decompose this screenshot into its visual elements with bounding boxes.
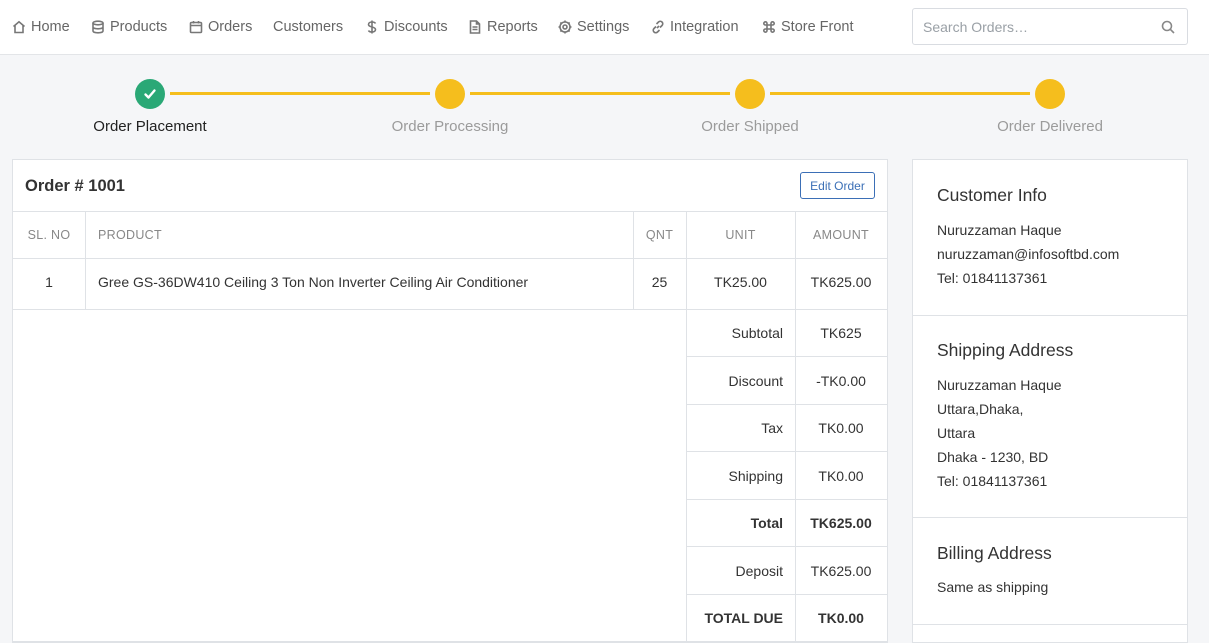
summary-label-shipping: Shipping xyxy=(728,468,784,484)
shipping-address-line: Tel: 01841137361 xyxy=(937,473,1048,489)
nav-discounts-label: Discounts xyxy=(384,19,448,35)
nav-reports-label: Reports xyxy=(487,19,538,35)
progress-connector xyxy=(770,92,1030,95)
shipping-address-line: Dhaka - 1230, BD xyxy=(937,449,1049,465)
progress-connector xyxy=(170,92,430,95)
step-pending-dot xyxy=(435,79,465,109)
row-product: Gree GS-36DW410 Ceiling 3 Ton Non Invert… xyxy=(98,274,529,290)
database-icon xyxy=(92,20,104,34)
divider xyxy=(687,499,887,500)
order-title: Order # 1001 xyxy=(25,177,125,195)
nav-home[interactable]: Home xyxy=(12,18,70,36)
summary-value-subtotal: TK625 xyxy=(820,325,862,341)
calendar-icon xyxy=(189,21,203,34)
shipping-address-title: Shipping Address xyxy=(937,340,1074,360)
nav-discounts[interactable]: Discounts xyxy=(365,18,448,36)
divider xyxy=(13,309,887,310)
step-label-order-shipped: Order Shipped xyxy=(701,118,799,135)
summary-label-total-due: TOTAL DUE xyxy=(704,610,783,626)
divider xyxy=(687,451,887,452)
summary-value-tax: TK0.00 xyxy=(818,420,864,436)
divider xyxy=(913,517,1187,518)
step-label-order-processing: Order Processing xyxy=(391,118,509,135)
divider xyxy=(913,624,1187,625)
shipping-address-line: Uttara xyxy=(937,425,976,441)
divider xyxy=(687,594,887,595)
step-pending-dot xyxy=(735,79,765,109)
divider xyxy=(913,315,1187,316)
nav-integration[interactable]: Integration xyxy=(651,18,739,36)
row-qnt: 25 xyxy=(651,274,668,290)
step-label-order-placement: Order Placement xyxy=(93,118,207,135)
customer-phone: Tel: 01841137361 xyxy=(937,270,1048,286)
step-pending-dot xyxy=(1035,79,1065,109)
search-input[interactable] xyxy=(923,17,1153,37)
customer-side-panel: Customer Info Nuruzzaman Haque nuruzzama… xyxy=(912,159,1188,643)
summary-value-deposit: TK625.00 xyxy=(810,563,872,579)
search-icon[interactable] xyxy=(1161,20,1175,34)
link-icon xyxy=(652,20,664,34)
column-header-product: PRODUCT xyxy=(98,228,162,242)
nav-store-front[interactable]: Store Front xyxy=(762,18,854,36)
nav-integration-label: Integration xyxy=(670,19,739,35)
customer-name: Nuruzzaman Haque xyxy=(937,222,1062,238)
nav-home-label: Home xyxy=(31,19,70,35)
divider xyxy=(687,356,887,357)
divider xyxy=(13,641,887,642)
top-navbar: Home Products Orders Customers Discounts… xyxy=(0,0,1209,55)
summary-label-deposit: Deposit xyxy=(735,563,783,579)
column-header-amount: AMOUNT xyxy=(813,228,869,242)
command-icon xyxy=(762,20,776,34)
shipping-address-line: Nuruzzaman Haque xyxy=(937,377,1062,393)
home-icon xyxy=(12,20,26,34)
divider xyxy=(85,211,86,309)
divider xyxy=(687,404,887,405)
summary-label-discount: Discount xyxy=(728,373,783,389)
nav-customers[interactable]: Customers xyxy=(273,18,343,36)
step-done-dot xyxy=(135,79,165,109)
nav-products-label: Products xyxy=(110,19,168,35)
summary-value-total-due: TK0.00 xyxy=(818,610,864,626)
billing-address-title: Billing Address xyxy=(937,543,1052,563)
divider xyxy=(633,211,634,309)
shipping-address-line: Uttara,Dhaka, xyxy=(937,401,1024,417)
order-panel: Order # 1001 Edit Order SL. NO PRODUCT Q… xyxy=(12,159,888,643)
document-icon xyxy=(469,20,481,34)
row-sl-no: 1 xyxy=(45,274,53,290)
summary-value-discount: -TK0.00 xyxy=(816,373,866,389)
row-unit: TK25.00 xyxy=(714,274,767,290)
summary-value-total: TK625.00 xyxy=(810,515,872,531)
check-icon xyxy=(144,89,156,99)
row-amount: TK625.00 xyxy=(810,274,872,290)
nav-customers-label: Customers xyxy=(273,19,344,35)
nav-orders-label: Orders xyxy=(208,19,253,35)
divider xyxy=(13,258,887,259)
summary-label-tax: Tax xyxy=(761,420,783,436)
gear-icon xyxy=(558,20,572,34)
dollar-icon xyxy=(367,20,377,34)
nav-orders[interactable]: Orders xyxy=(189,18,252,36)
step-label-order-delivered: Order Delivered xyxy=(997,118,1103,135)
column-header-unit: UNIT xyxy=(725,228,756,242)
summary-value-shipping: TK0.00 xyxy=(818,468,864,484)
summary-label-subtotal: Subtotal xyxy=(731,325,783,341)
nav-settings[interactable]: Settings xyxy=(558,18,629,36)
nav-reports[interactable]: Reports xyxy=(468,18,538,36)
nav-store-front-label: Store Front xyxy=(781,19,854,35)
nav-settings-label: Settings xyxy=(577,19,630,35)
edit-order-button[interactable]: Edit Order xyxy=(800,172,875,199)
summary-label-total: Total xyxy=(750,515,783,531)
progress-connector xyxy=(470,92,730,95)
divider xyxy=(687,546,887,547)
search-box xyxy=(912,8,1188,45)
divider xyxy=(13,211,887,212)
nav-products[interactable]: Products xyxy=(91,18,167,36)
column-header-sl-no: SL. NO xyxy=(27,228,71,242)
column-header-qnt: QNT xyxy=(645,228,674,242)
customer-email: nuruzzaman@infosoftbd.com xyxy=(937,246,1120,262)
billing-address-text: Same as shipping xyxy=(937,579,1049,595)
customer-info-title: Customer Info xyxy=(937,185,1047,205)
